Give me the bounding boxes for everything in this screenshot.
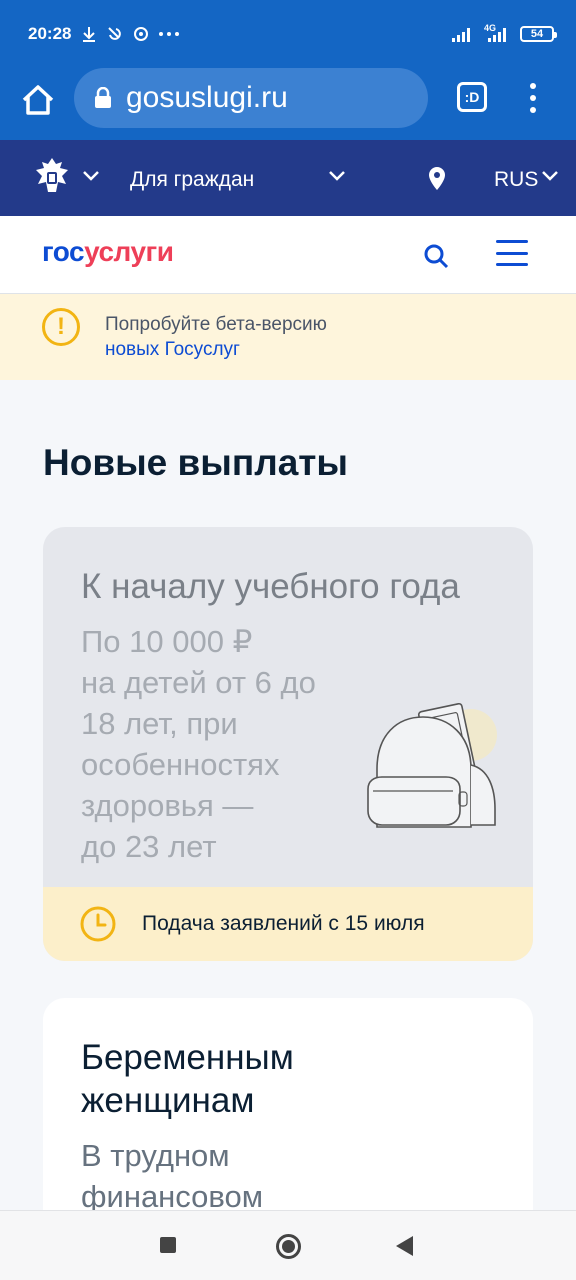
- site-header: госуслуги: [0, 216, 576, 294]
- gov-navigation: Для граждан RUS: [0, 140, 576, 216]
- back-button[interactable]: [396, 1236, 413, 1256]
- signal-icon: [451, 28, 470, 42]
- more-notifications-icon: [159, 32, 179, 36]
- page-title: Новые выплаты: [43, 442, 349, 483]
- card-description: В трудном финансовом: [81, 1138, 264, 1214]
- system-icons: 4G 54: [451, 22, 557, 46]
- exclamation-icon: !: [42, 308, 80, 346]
- home-button[interactable]: [276, 1234, 301, 1259]
- battery-level: 54: [530, 28, 544, 40]
- address-bar[interactable]: gosuslugi.ru: [74, 68, 428, 128]
- beta-banner-link[interactable]: новых Госуслуг: [105, 339, 240, 361]
- application-date: Подача заявлений с 15 июля: [142, 912, 425, 935]
- payment-card-school-year[interactable]: К началу учебного года По 10 000 ₽ на де…: [43, 527, 533, 961]
- lock-icon: [95, 87, 111, 108]
- coat-of-arms-icon[interactable]: [28, 154, 76, 202]
- browser-menu-icon[interactable]: [522, 80, 544, 116]
- backpack-illustration: [367, 702, 497, 828]
- battery-icon: 54: [520, 26, 557, 42]
- beta-banner-text: Попробуйте бета-версию: [105, 314, 327, 335]
- card-title: Беременным женщинам: [81, 1038, 294, 1120]
- logo-part-uslugi: услуги: [84, 236, 174, 267]
- card-description: По 10 000 ₽ на детей от 6 до 18 лет, при…: [81, 624, 316, 864]
- clock-icon: [80, 906, 116, 942]
- chat-icon: [134, 27, 148, 41]
- card-title: К началу учебного года: [81, 567, 460, 606]
- home-icon[interactable]: [18, 80, 58, 120]
- status-time: 20:28: [28, 24, 72, 43]
- system-navigation-bar: [0, 1210, 576, 1280]
- beta-banner: ! Попробуйте бета-версию новых Госуслуг: [0, 294, 576, 380]
- search-icon[interactable]: [422, 242, 450, 270]
- logo-part-gos: гос: [42, 236, 85, 267]
- url-text: gosuslugi.ru: [126, 81, 288, 114]
- chevron-down-icon[interactable]: [82, 170, 100, 182]
- location-pin-icon[interactable]: [427, 166, 447, 192]
- notification-icons: [80, 22, 180, 46]
- chevron-down-icon[interactable]: [541, 170, 559, 182]
- hamburger-menu-icon[interactable]: [496, 240, 528, 266]
- gosuslugi-logo[interactable]: госуслуги: [42, 236, 174, 268]
- section-selector[interactable]: Для граждан: [130, 168, 254, 192]
- browser-toolbar: gosuslugi.ru :D: [0, 62, 576, 140]
- language-selector[interactable]: RUS: [494, 168, 538, 192]
- chevron-down-icon[interactable]: [328, 170, 346, 182]
- card-footer: Подача заявлений с 15 июля: [43, 887, 533, 961]
- status-bar: 20:28 4G 54: [0, 0, 576, 62]
- network-type: 4G: [483, 23, 496, 33]
- download-icon: [83, 27, 95, 42]
- recent-apps-button[interactable]: [160, 1237, 176, 1253]
- vpn-icon: [108, 27, 121, 40]
- tab-switcher-button[interactable]: :D: [457, 82, 487, 112]
